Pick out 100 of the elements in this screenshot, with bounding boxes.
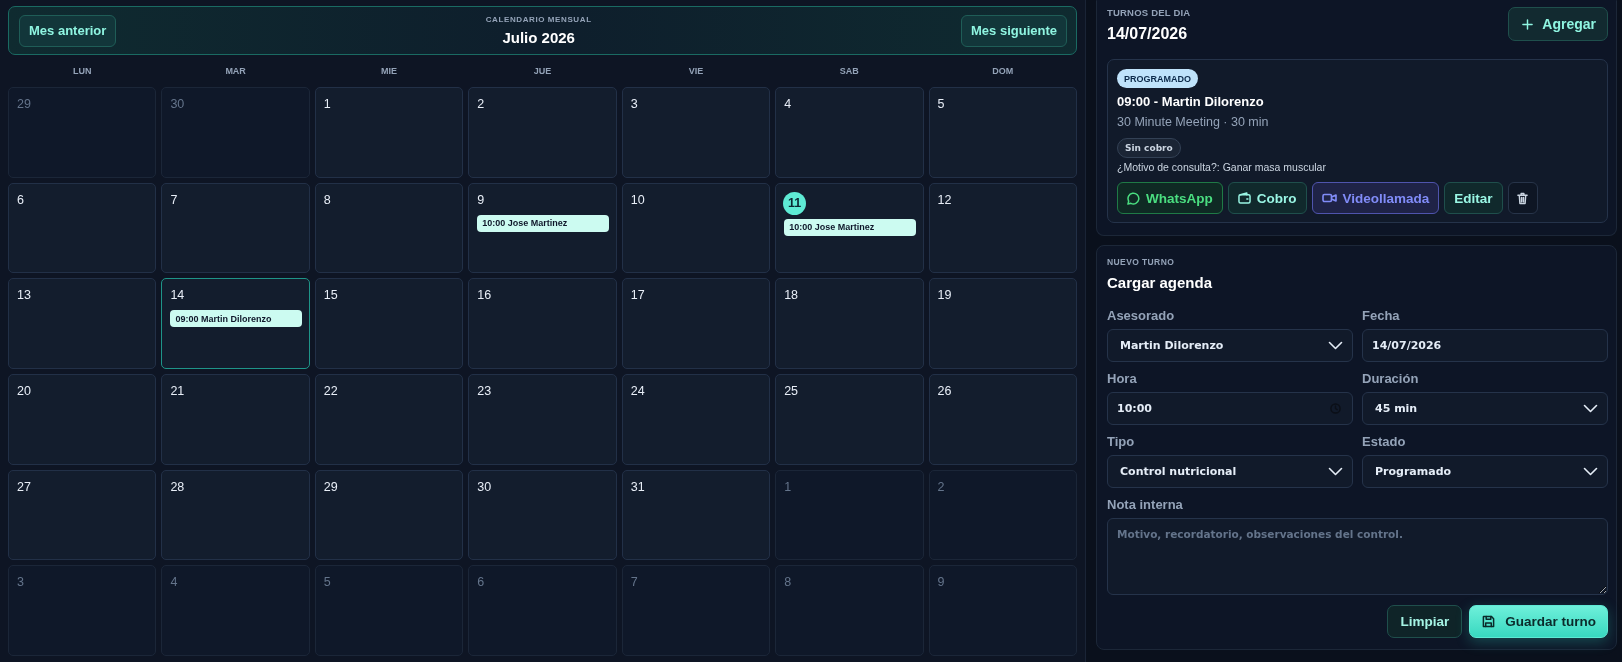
day-cell[interactable]: 3	[621, 87, 771, 178]
day-cell[interactable]: 20	[8, 374, 157, 465]
day-cell[interactable]: 28	[161, 469, 310, 561]
day-cell[interactable]: 21	[161, 374, 310, 465]
day-number: 1	[323, 96, 331, 112]
day-cell[interactable]: 24	[621, 374, 771, 465]
field-label: Duración	[1362, 371, 1419, 387]
day-cell[interactable]: 6	[468, 565, 617, 656]
day-cell[interactable]: 27	[8, 469, 157, 561]
dropdown-field[interactable]: 45 min	[1362, 392, 1608, 425]
day-cell[interactable]: 10	[621, 182, 771, 274]
day-cell[interactable]: 3	[8, 565, 157, 656]
day-number: 12	[937, 191, 952, 208]
day-cell[interactable]: 1	[775, 469, 924, 561]
section-label: NUEVO TURNO	[1107, 256, 1176, 268]
day-number: 11	[783, 191, 807, 215]
date-field[interactable]: 14/07/2026	[1362, 329, 1608, 362]
dropdown-field[interactable]: Programado	[1362, 455, 1608, 488]
prev-month-button[interactable]: Mes anterior	[19, 14, 117, 47]
day-number: 3	[630, 96, 638, 112]
chevron-down-icon	[1328, 341, 1343, 350]
day-number: 9	[937, 574, 945, 591]
day-cell[interactable]: 14 09:00 Martin Dilorenzo	[161, 278, 310, 369]
plus-icon	[1522, 18, 1534, 30]
save-button[interactable]: Guardar turno	[1469, 605, 1608, 638]
appointment-chip[interactable]: 10:00 Jose Martinez	[784, 218, 916, 236]
day-cell[interactable]: 2	[928, 469, 1077, 561]
section-label: TURNOS DEL DIA	[1107, 7, 1191, 19]
day-cell[interactable]: 7	[621, 565, 771, 656]
day-cell[interactable]: 9	[928, 565, 1077, 656]
day-number: 5	[937, 96, 945, 112]
day-cell[interactable]: 5	[928, 87, 1077, 178]
chevron-down-icon	[1583, 404, 1598, 413]
day-cell[interactable]: 13	[8, 278, 157, 369]
note-textarea[interactable]: Motivo, recordatorio, observaciones del control.	[1107, 518, 1608, 595]
payment-status-badge: Sin cobro	[1117, 138, 1181, 158]
edit-button[interactable]: Editar	[1444, 182, 1503, 214]
day-number: 22	[323, 383, 338, 399]
day-number: 14	[170, 287, 185, 304]
day-number: 25	[784, 383, 799, 399]
weekday-label: MIE	[381, 66, 398, 76]
day-number: 8	[323, 191, 331, 208]
day-cell[interactable]: 8	[775, 565, 924, 656]
next-month-button[interactable]: Mes siguiente	[961, 14, 1067, 47]
day-number: 29	[17, 96, 31, 112]
day-cell[interactable]: 4	[775, 87, 924, 178]
day-number: 23	[477, 383, 492, 399]
time-field[interactable]: 10:00	[1107, 392, 1353, 425]
day-number: 2	[937, 478, 945, 495]
dropdown-field[interactable]: Martin Dilorenzo	[1107, 329, 1353, 362]
day-number: 17	[630, 287, 645, 304]
field-label: Nota interna	[1107, 497, 1183, 513]
payment-button[interactable]: Cobro	[1227, 182, 1307, 214]
day-cell[interactable]: 25	[775, 374, 924, 465]
day-cell[interactable]: 18	[775, 278, 924, 369]
appointment-chip[interactable]: 09:00 Martin Dilorenzo	[170, 310, 302, 328]
clear-button[interactable]: Limpiar	[1387, 605, 1463, 638]
day-cell[interactable]: 26	[928, 374, 1077, 465]
weekday-label: LUN	[72, 66, 92, 76]
delete-button[interactable]	[1507, 182, 1538, 214]
day-cell[interactable]: 29	[8, 87, 157, 178]
appointment-title: 09:00 - Martin Dilorenzo	[1117, 93, 1264, 110]
weekday-label: DOM	[992, 66, 1014, 76]
day-cell[interactable]: 22	[314, 374, 464, 465]
day-cell[interactable]: 30	[161, 87, 310, 178]
day-cell[interactable]: 8	[314, 182, 464, 274]
day-cell[interactable]: 5	[314, 565, 464, 656]
day-cell[interactable]: 17	[621, 278, 771, 369]
field-label: Estado	[1362, 434, 1406, 450]
whatsapp-button[interactable]: WhatsApp	[1117, 182, 1223, 214]
day-cell[interactable]: 19	[928, 278, 1077, 369]
day-cell[interactable]: 9 10:00 Jose Martinez	[468, 182, 617, 274]
day-cell[interactable]: 23	[468, 374, 617, 465]
dropdown-field[interactable]: Control nutricional	[1107, 455, 1353, 488]
appointment-chip[interactable]: 10:00 Jose Martinez	[477, 214, 609, 232]
day-number: 6	[477, 574, 485, 591]
floppy-disk-icon	[1482, 615, 1496, 628]
day-number: 8	[784, 574, 792, 591]
day-cell[interactable]: 2	[468, 87, 617, 178]
day-cell[interactable]: 4	[161, 565, 310, 656]
day-cell[interactable]: 15	[314, 278, 464, 369]
day-number: 31	[630, 478, 645, 495]
day-cell[interactable]: 16	[468, 278, 617, 369]
day-number: 21	[170, 383, 185, 399]
day-number: 2	[477, 96, 485, 112]
day-cell[interactable]: 31	[621, 469, 771, 561]
day-cell[interactable]: 11 10:00 Jose Martinez	[775, 182, 924, 274]
video-call-button[interactable]: Videollamada	[1311, 182, 1440, 214]
day-cell[interactable]: 1	[314, 87, 464, 178]
add-button[interactable]: Agregar	[1508, 7, 1608, 41]
appointment-details: 30 Minute Meeting · 30 min	[1117, 114, 1269, 130]
day-cell[interactable]: 12	[928, 182, 1077, 274]
video-camera-icon	[1321, 193, 1337, 203]
month-title: Julio 2026	[502, 28, 575, 47]
day-number: 27	[17, 478, 31, 495]
day-cell[interactable]: 30	[468, 469, 617, 561]
field-label: Fecha	[1362, 308, 1400, 324]
day-cell[interactable]: 7	[161, 182, 310, 274]
day-cell[interactable]: 29	[314, 469, 464, 561]
day-cell[interactable]: 6	[8, 182, 157, 274]
